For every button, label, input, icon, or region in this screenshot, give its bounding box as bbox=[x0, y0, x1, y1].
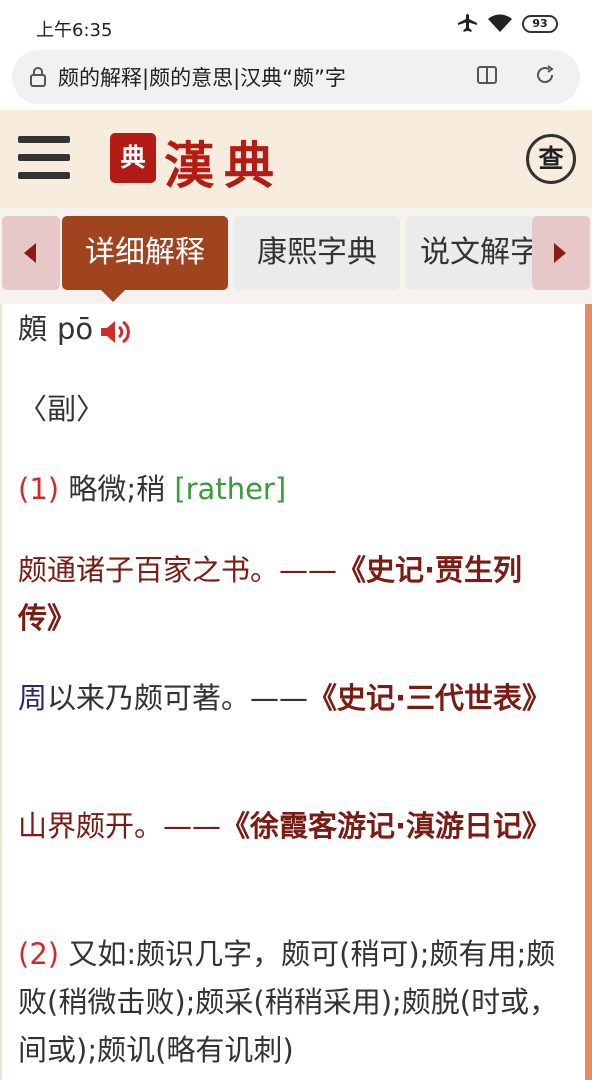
logo-seal: 典 bbox=[110, 133, 156, 183]
example-2: 周以来乃颇可著。——《史记·三代世表》 bbox=[18, 674, 558, 722]
dynasty-link[interactable]: 周 bbox=[18, 681, 47, 715]
reader-mode-icon[interactable] bbox=[476, 64, 498, 86]
example-1: 颇通诸子百家之书。——《史记·贾生列传》 bbox=[18, 546, 558, 642]
chevron-left-icon bbox=[24, 243, 36, 263]
url-bar[interactable]: 颇的解释|颇的意思|汉典“颇”字 bbox=[12, 50, 580, 104]
example-text: 颇通诸子百家之书。—— bbox=[18, 553, 338, 587]
speaker-icon[interactable] bbox=[99, 314, 133, 344]
example-text: 以来乃颇可著。—— bbox=[47, 681, 309, 715]
part-of-speech: 〈副〉 bbox=[18, 392, 106, 426]
heading-char: 頗 bbox=[18, 312, 48, 346]
site-header: 典 漢典 查 bbox=[0, 110, 592, 208]
battery-indicator: 93 bbox=[522, 15, 558, 33]
tab-detailed-explanation[interactable]: 详细解释 bbox=[62, 216, 228, 290]
definition-content: 頗 pō 〈副〉 (1) 略微;稍 [rather] 颇通诸子百家之书。——《史… bbox=[0, 304, 592, 1080]
content-left-border bbox=[0, 304, 2, 1080]
url-actions bbox=[476, 64, 556, 86]
search-button[interactable]: 查 bbox=[526, 134, 576, 184]
site-logo[interactable]: 漢典 bbox=[164, 126, 284, 198]
definition-text: 又如:颇识几字，颇可(稍可);颇有用;颇败(稍微击败);颇采(稍稍采用);颇脱(… bbox=[18, 937, 559, 1067]
tab-scroll-right-button[interactable] bbox=[532, 216, 590, 290]
example-source: 《徐霞客游记·滇游日记》 bbox=[221, 809, 552, 843]
wifi-icon bbox=[488, 14, 512, 32]
reload-icon[interactable] bbox=[534, 64, 556, 86]
pinyin: pō bbox=[57, 312, 94, 346]
example-source: 《史记·三代世表》 bbox=[308, 681, 552, 715]
definition-2: (2) 又如:颇识几字，颇可(稍可);颇有用;颇败(稍微击败);颇采(稍稍采用)… bbox=[18, 930, 570, 1074]
example-text: 山界颇开。—— bbox=[18, 809, 222, 843]
status-icons: 93 bbox=[456, 14, 558, 34]
definition-number: (1) bbox=[18, 472, 60, 506]
airplane-icon bbox=[458, 14, 477, 32]
tabs-bar: 详细解释 康熙字典 说文解字 bbox=[0, 208, 592, 304]
status-time: 上午6:35 bbox=[36, 20, 113, 41]
english-gloss: [rather] bbox=[174, 472, 287, 506]
definition-number: (2) bbox=[18, 937, 60, 971]
tab-shuowen-jiezi[interactable]: 说文解字 bbox=[406, 216, 532, 290]
chevron-right-icon bbox=[554, 243, 566, 263]
lock-icon bbox=[30, 67, 46, 87]
example-3: 山界颇开。——《徐霞客游记·滇游日记》 bbox=[18, 802, 558, 850]
definition-1: (1) 略微;稍 [rather] bbox=[18, 466, 558, 512]
definition-text: 略微;稍 bbox=[68, 472, 166, 506]
active-tab-pointer bbox=[101, 290, 125, 302]
pronunciation-row: 頗 pō bbox=[18, 306, 558, 352]
menu-icon[interactable] bbox=[18, 136, 70, 180]
tab-kangxi-dictionary[interactable]: 康熙字典 bbox=[234, 216, 400, 290]
url-text[interactable]: 颇的解释|颇的意思|汉典“颇”字 bbox=[58, 62, 433, 92]
content-right-border bbox=[585, 304, 592, 1080]
status-bar: 上午6:35 93 bbox=[0, 0, 592, 48]
tab-scroll-left-button[interactable] bbox=[2, 216, 60, 290]
